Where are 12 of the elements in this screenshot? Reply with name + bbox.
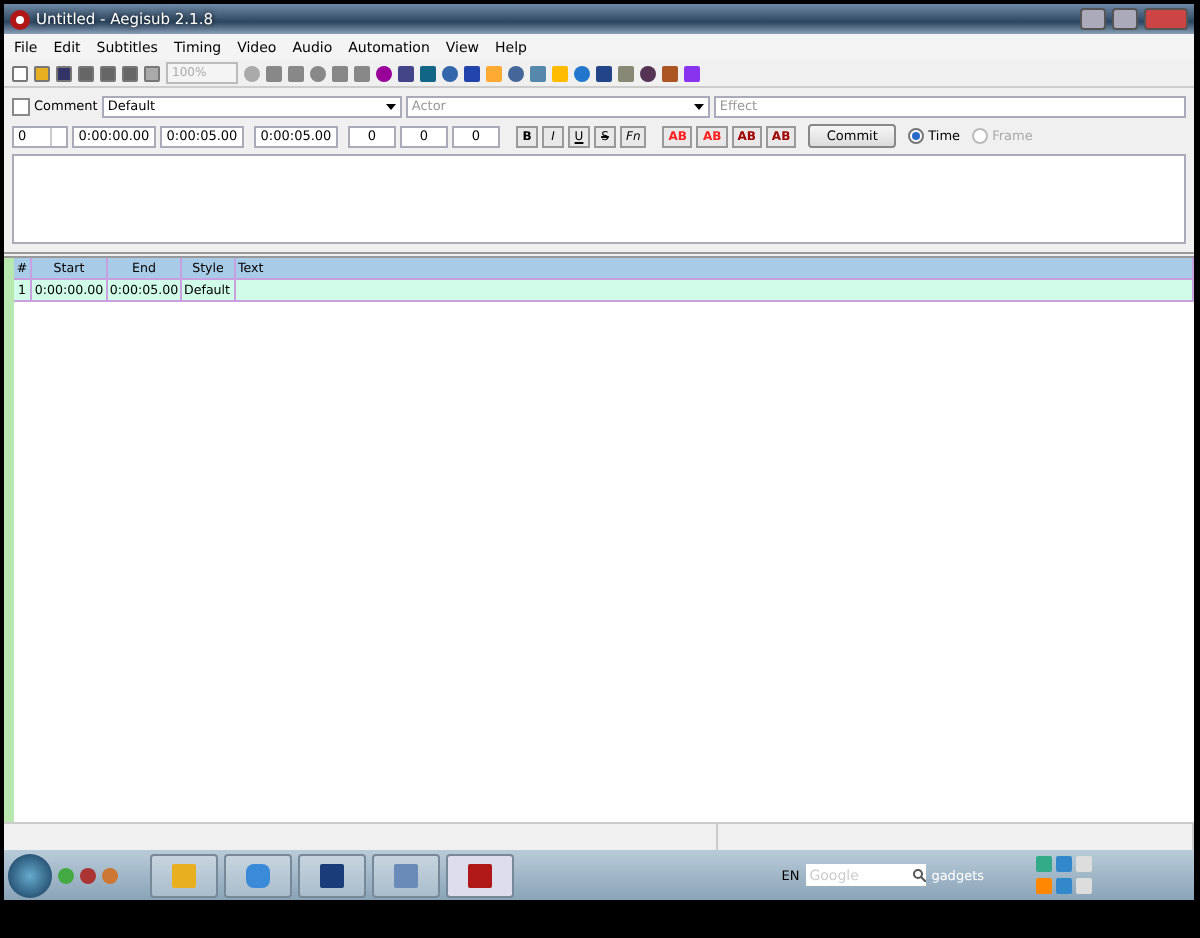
dropdown-caret-icon[interactable] <box>693 103 704 109</box>
taskbar-button[interactable] <box>298 853 366 897</box>
comment-checkbox[interactable] <box>12 97 30 115</box>
minimize-button[interactable] <box>1080 8 1106 30</box>
app-logo-icon <box>10 9 30 29</box>
taskbar-button[interactable] <box>446 853 514 897</box>
dropdown-caret-icon[interactable] <box>385 103 396 109</box>
mode-radio[interactable] <box>908 128 925 144</box>
search-icon[interactable] <box>911 868 926 882</box>
subtitle-text-field[interactable] <box>12 154 1186 244</box>
maximize-button[interactable] <box>1112 8 1138 30</box>
start-button[interactable] <box>8 853 52 897</box>
